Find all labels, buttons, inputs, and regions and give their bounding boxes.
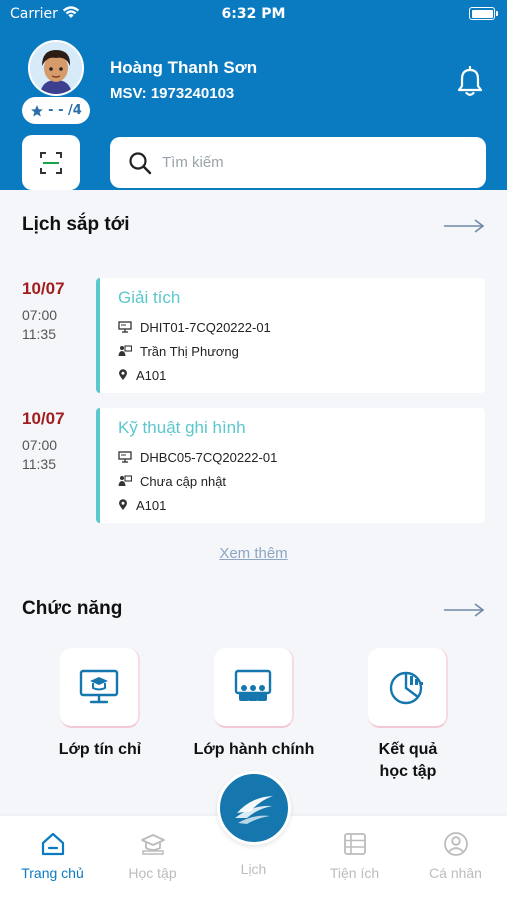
tab-label: Cá nhân <box>429 865 482 881</box>
search-bar[interactable] <box>110 137 486 188</box>
location-pin-icon <box>119 369 127 380</box>
tab-label: Tiện ích <box>329 865 380 881</box>
schedule-teacher: Chưa cập nhật <box>140 473 227 489</box>
feature-academic-results[interactable]: Kết quả học tập <box>338 648 478 783</box>
avatar[interactable] <box>28 40 84 96</box>
teacher-icon <box>118 475 132 486</box>
student-id: MSV: 1973240103 <box>110 85 235 102</box>
schedule-date: 10/07 <box>22 279 65 298</box>
schedule-teacher: Trần Thị Phương <box>140 343 239 359</box>
schedule-subject: Giải tích <box>118 288 181 307</box>
rating-value: - - /4 <box>48 103 82 118</box>
user-icon <box>443 832 468 856</box>
qr-scan-button[interactable] <box>22 135 80 190</box>
schedule-date-column: 10/07 07:00 11:35 <box>22 409 65 474</box>
location-pin-icon <box>119 499 127 510</box>
school-logo-icon <box>235 796 273 824</box>
schedule-card[interactable]: Kỹ thuật ghi hình DHBC05-7CQ20222-01 Chư… <box>96 408 485 523</box>
feature-admin-class[interactable]: Lớp hành chính <box>184 648 324 761</box>
class-code-icon <box>118 321 132 333</box>
feature-credit-class[interactable]: Lớp tín chỉ <box>30 648 170 761</box>
feature-label: Lớp tín chỉ <box>58 741 142 758</box>
teacher-icon <box>118 345 132 356</box>
monitor-graduation-icon <box>79 669 119 704</box>
features-section-title: Chức năng <box>22 598 123 619</box>
clock: 6:32 PM <box>221 6 286 22</box>
schedule-card[interactable]: Giải tích DHIT01-7CQ20222-01 Trần Thị Ph… <box>96 278 485 393</box>
user-name: Hoàng Thanh Sơn <box>110 58 258 77</box>
home-icon <box>41 832 64 856</box>
features-see-all-arrow-icon[interactable] <box>443 602 485 618</box>
classroom-icon <box>234 669 272 701</box>
see-more-link[interactable]: Xem thêm <box>0 545 507 562</box>
schedule-start-time: 07:00 <box>22 437 58 453</box>
battery-icon <box>469 7 498 20</box>
schedule-class-code: DHIT01-7CQ20222-01 <box>140 319 271 335</box>
schedule-date-column: 10/07 07:00 11:35 <box>22 279 65 344</box>
tab-home[interactable]: Trang chủ <box>2 816 103 900</box>
schedule-room: A101 <box>136 497 167 513</box>
tab-label: Trang chủ <box>21 865 84 881</box>
pie-chart-icon <box>389 671 423 705</box>
search-icon <box>129 151 152 174</box>
schedule-section-title: Lịch sắp tới <box>22 214 130 235</box>
schedule-class-code: DHBC05-7CQ20222-01 <box>140 449 278 465</box>
tab-label: Học tập <box>128 865 177 881</box>
scan-icon <box>40 151 62 174</box>
avatar-image <box>30 42 82 94</box>
utilities-icon <box>343 833 366 855</box>
tab-profile[interactable]: Cá nhân <box>405 816 506 900</box>
schedule-end-time: 11:35 <box>22 326 56 342</box>
feature-label: Kết quả học tập <box>378 741 438 780</box>
class-code-icon <box>118 451 132 463</box>
tab-utilities[interactable]: Tiện ích <box>304 816 405 900</box>
schedule-subject: Kỹ thuật ghi hình <box>118 418 246 437</box>
feature-tile[interactable] <box>60 648 140 728</box>
status-bar: Carrier 6:32 PM <box>0 0 507 30</box>
school-logo-fab-button[interactable] <box>217 771 291 845</box>
feature-tile[interactable] <box>368 648 448 728</box>
schedule-end-time: 11:35 <box>22 456 56 472</box>
search-input[interactable] <box>162 154 462 171</box>
star-icon <box>31 104 44 117</box>
rating-badge: - - /4 <box>22 97 90 124</box>
schedule-see-all-arrow-icon[interactable] <box>443 218 485 234</box>
schedule-start-time: 07:00 <box>22 307 58 323</box>
tab-study[interactable]: Học tập <box>102 816 203 900</box>
tab-label: Lịch <box>240 861 267 877</box>
graduation-cap-icon <box>140 834 165 855</box>
schedule-date: 10/07 <box>22 409 65 428</box>
feature-tile[interactable] <box>214 648 294 728</box>
feature-label: Lớp hành chính <box>193 741 315 758</box>
bell-icon[interactable] <box>455 66 485 98</box>
schedule-room: A101 <box>136 367 167 383</box>
